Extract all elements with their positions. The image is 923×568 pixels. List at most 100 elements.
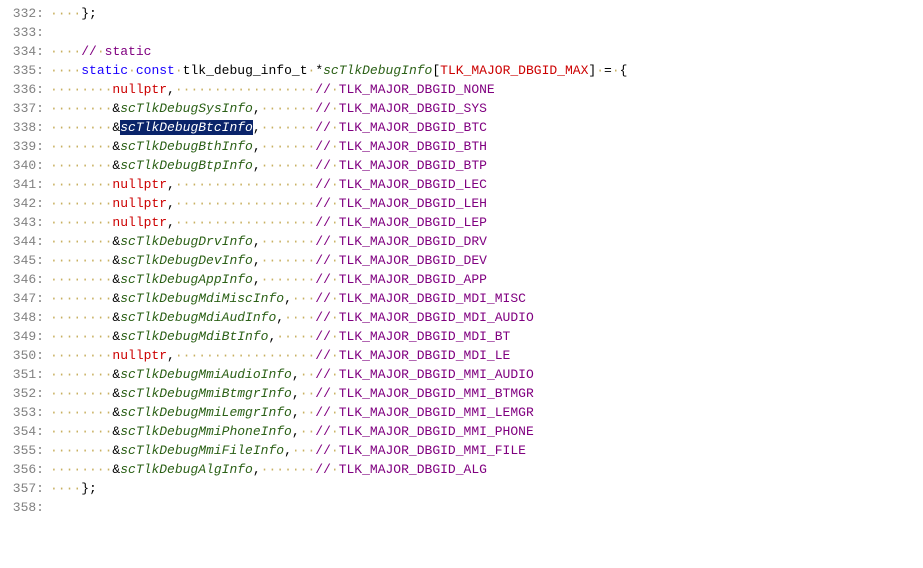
code-line[interactable]: 346:········&scTlkDebugAppInfo,·······//…: [0, 270, 923, 289]
code-content[interactable]: ········&scTlkDebugMdiAudInfo,····//·TLK…: [50, 308, 923, 327]
code-line[interactable]: 337:········&scTlkDebugSysInfo,·······//…: [0, 99, 923, 118]
token-ws: ·······: [261, 272, 316, 287]
code-content[interactable]: ····};: [50, 4, 923, 23]
code-line[interactable]: 350:········nullptr,··················//…: [0, 346, 923, 365]
code-content[interactable]: ········&scTlkDebugMdiMiscInfo,···//·TLK…: [50, 289, 923, 308]
token-comment: TLK_MAJOR_DBGID_MMI_LEMGR: [339, 405, 534, 420]
code-line[interactable]: 353:········&scTlkDebugMmiLemgrInfo,··//…: [0, 403, 923, 422]
token-num: ,: [253, 253, 261, 268]
token-num: };: [81, 6, 97, 21]
code-content[interactable]: [50, 23, 923, 42]
token-fn: scTlkDebugMdiBtInfo: [120, 329, 268, 344]
token-num: ,: [253, 272, 261, 287]
token-num: ,: [253, 120, 261, 135]
token-comment: TLK_MAJOR_DBGID_MMI_AUDIO: [339, 367, 534, 382]
code-line[interactable]: 333:: [0, 23, 923, 42]
token-fn: scTlkDebugBtcInfo: [120, 120, 253, 135]
code-content[interactable]: ····static·const·tlk_debug_info_t·*scTlk…: [50, 61, 923, 80]
code-line[interactable]: 351:········&scTlkDebugMmiAudioInfo,··//…: [0, 365, 923, 384]
code-content[interactable]: ········&scTlkDebugDrvInfo,·······//·TLK…: [50, 232, 923, 251]
code-content[interactable]: ········&scTlkDebugMmiLemgrInfo,··//·TLK…: [50, 403, 923, 422]
code-line[interactable]: 348:········&scTlkDebugMdiAudInfo,····//…: [0, 308, 923, 327]
token-fn: scTlkDebugAppInfo: [120, 272, 253, 287]
code-content[interactable]: ········&scTlkDebugMmiBtmgrInfo,··//·TLK…: [50, 384, 923, 403]
code-content[interactable]: ········&scTlkDebugMmiFileInfo,···//·TLK…: [50, 441, 923, 460]
token-ws: ·: [331, 139, 339, 154]
token-comment: //: [315, 424, 331, 439]
code-line[interactable]: 357:····};: [0, 479, 923, 498]
token-num: ,: [167, 348, 175, 363]
code-content[interactable]: ········&scTlkDebugMmiAudioInfo,··//·TLK…: [50, 365, 923, 384]
line-number: 343:: [0, 213, 50, 232]
code-content[interactable]: ········&scTlkDebugBtpInfo,·······//·TLK…: [50, 156, 923, 175]
code-line[interactable]: 344:········&scTlkDebugDrvInfo,·······//…: [0, 232, 923, 251]
code-line[interactable]: 345:········&scTlkDebugDevInfo,·······//…: [0, 251, 923, 270]
code-line[interactable]: 355:········&scTlkDebugMmiFileInfo,···//…: [0, 441, 923, 460]
code-line[interactable]: 354:········&scTlkDebugMmiPhoneInfo,··//…: [0, 422, 923, 441]
token-fn: scTlkDebugInfo: [323, 63, 432, 78]
token-ws: ········: [50, 329, 112, 344]
code-line[interactable]: 335:····static·const·tlk_debug_info_t·*s…: [0, 61, 923, 80]
token-num: *: [315, 63, 323, 78]
token-ws: ········: [50, 196, 112, 211]
code-line[interactable]: 332:····};: [0, 4, 923, 23]
line-number: 358:: [0, 498, 50, 517]
code-line[interactable]: 340:········&scTlkDebugBtpInfo,·······//…: [0, 156, 923, 175]
code-content[interactable]: ········nullptr,··················//·TLK…: [50, 346, 923, 365]
code-line[interactable]: 341:········nullptr,··················//…: [0, 175, 923, 194]
code-content[interactable]: ········nullptr,··················//·TLK…: [50, 80, 923, 99]
code-content[interactable]: ········&scTlkDebugAlgInfo,·······//·TLK…: [50, 460, 923, 479]
code-content[interactable]: [50, 498, 923, 517]
token-comment: //: [315, 101, 331, 116]
token-ws: ····: [50, 6, 81, 21]
code-content[interactable]: ····//·static: [50, 42, 923, 61]
token-ws: ···: [292, 291, 315, 306]
token-ws: ········: [50, 253, 112, 268]
token-ws: ········: [50, 139, 112, 154]
token-ws: ·: [331, 234, 339, 249]
code-line[interactable]: 343:········nullptr,··················//…: [0, 213, 923, 232]
code-content[interactable]: ····};: [50, 479, 923, 498]
line-number: 332:: [0, 4, 50, 23]
token-ws: ·······: [261, 101, 316, 116]
token-kw: static: [81, 63, 128, 78]
token-fn: scTlkDebugMmiBtmgrInfo: [120, 386, 292, 401]
token-comment: //: [315, 386, 331, 401]
token-fn: scTlkDebugMmiLemgrInfo: [120, 405, 292, 420]
code-content[interactable]: ········&scTlkDebugDevInfo,·······//·TLK…: [50, 251, 923, 270]
token-comment: TLK_MAJOR_DBGID_ALG: [339, 462, 487, 477]
code-content[interactable]: ········nullptr,··················//·TLK…: [50, 175, 923, 194]
code-line[interactable]: 342:········nullptr,··················//…: [0, 194, 923, 213]
code-line[interactable]: 356:········&scTlkDebugAlgInfo,·······//…: [0, 460, 923, 479]
token-comment: //: [315, 177, 331, 192]
code-content[interactable]: ········nullptr,··················//·TLK…: [50, 194, 923, 213]
code-line[interactable]: 347:········&scTlkDebugMdiMiscInfo,···//…: [0, 289, 923, 308]
code-content[interactable]: ········nullptr,··················//·TLK…: [50, 213, 923, 232]
code-content[interactable]: ········&scTlkDebugSysInfo,·······//·TLK…: [50, 99, 923, 118]
code-content[interactable]: ········&scTlkDebugBtcInfo,·······//·TLK…: [50, 118, 923, 137]
token-fn: scTlkDebugBthInfo: [120, 139, 253, 154]
code-editor[interactable]: 332:····};333:334:····//·static335:····s…: [0, 0, 923, 521]
code-line[interactable]: 358:: [0, 498, 923, 517]
code-content[interactable]: ········&scTlkDebugAppInfo,·······//·TLK…: [50, 270, 923, 289]
code-line[interactable]: 349:········&scTlkDebugMdiBtInfo,·····//…: [0, 327, 923, 346]
token-ws: ·: [331, 272, 339, 287]
token-comment: //: [315, 158, 331, 173]
token-ws: ········: [50, 291, 112, 306]
code-content[interactable]: ········&scTlkDebugMdiBtInfo,·····//·TLK…: [50, 327, 923, 346]
token-ws: ··················: [175, 82, 315, 97]
token-comment: TLK_MAJOR_DBGID_LEP: [339, 215, 487, 230]
code-line[interactable]: 336:········nullptr,··················//…: [0, 80, 923, 99]
code-content[interactable]: ········&scTlkDebugBthInfo,·······//·TLK…: [50, 137, 923, 156]
token-ws: ··················: [175, 196, 315, 211]
token-num: ,: [292, 424, 300, 439]
code-line[interactable]: 352:········&scTlkDebugMmiBtmgrInfo,··//…: [0, 384, 923, 403]
code-line[interactable]: 334:····//·static: [0, 42, 923, 61]
token-comment: //: [315, 196, 331, 211]
code-line[interactable]: 339:········&scTlkDebugBthInfo,·······//…: [0, 137, 923, 156]
token-ws: ········: [50, 405, 112, 420]
line-number: 345:: [0, 251, 50, 270]
token-num: ,: [253, 234, 261, 249]
code-content[interactable]: ········&scTlkDebugMmiPhoneInfo,··//·TLK…: [50, 422, 923, 441]
code-line[interactable]: 338:········&scTlkDebugBtcInfo,·······//…: [0, 118, 923, 137]
